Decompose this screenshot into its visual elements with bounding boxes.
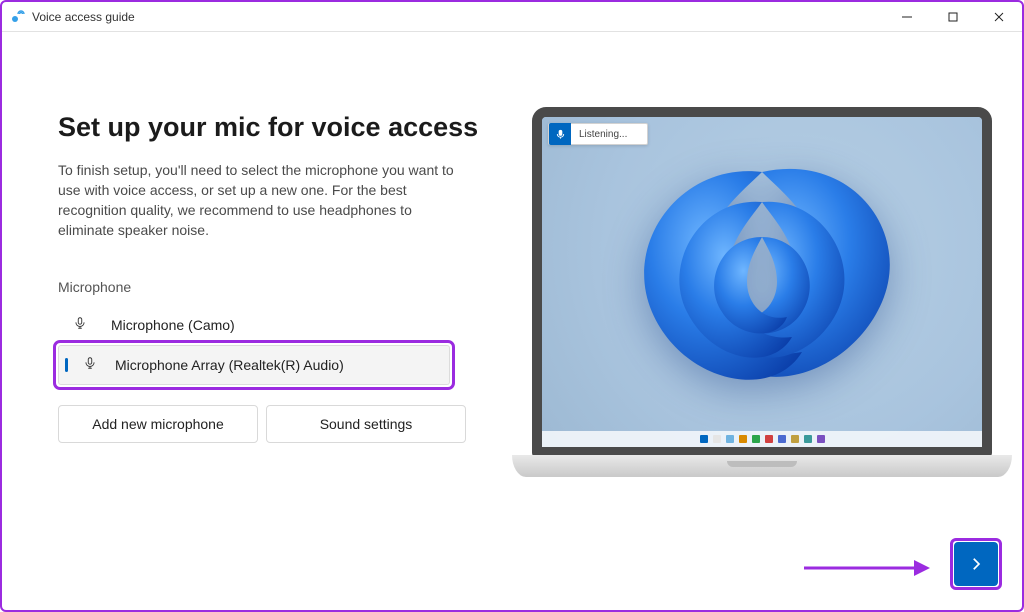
taskbar-icon [726, 435, 734, 443]
microphone-section-label: Microphone [58, 279, 502, 295]
maximize-button[interactable] [930, 2, 976, 32]
microphone-option-label: Microphone Array (Realtek(R) Audio) [115, 357, 344, 373]
titlebar: Voice access guide [2, 2, 1022, 32]
voice-access-bar: Listening... [548, 123, 648, 145]
microphone-icon [83, 356, 97, 373]
taskbar-icon [700, 435, 708, 443]
microphone-badge-icon [549, 123, 571, 145]
minimize-icon [902, 12, 912, 22]
maximize-icon [948, 12, 958, 22]
laptop-mockup: Listening... [512, 107, 1012, 497]
window-frame: Voice access guide Set up your mic for v… [0, 0, 1024, 612]
taskbar-icon [739, 435, 747, 443]
page-description: To finish setup, you'll need to select t… [58, 161, 468, 241]
listening-label: Listening... [571, 129, 647, 140]
window-title: Voice access guide [32, 10, 135, 24]
taskbar-icon [713, 435, 721, 443]
bloom-graphic [612, 142, 912, 422]
preview-panel: Listening... [502, 52, 1022, 610]
app-icon [10, 9, 26, 25]
window-controls [884, 2, 1022, 32]
taskbar-icon [791, 435, 799, 443]
sound-settings-button[interactable]: Sound settings [266, 405, 466, 443]
close-icon [994, 12, 1004, 22]
taskbar-icon [804, 435, 812, 443]
minimize-button[interactable] [884, 2, 930, 32]
microphone-option[interactable]: Microphone (Camo) [58, 305, 502, 345]
microphone-icon [73, 316, 87, 333]
microphone-option-label: Microphone (Camo) [111, 317, 235, 333]
chevron-right-icon [967, 555, 985, 573]
page-title: Set up your mic for voice access [58, 112, 502, 143]
taskbar-icon [752, 435, 760, 443]
next-button[interactable] [954, 542, 998, 586]
taskbar-icon [778, 435, 786, 443]
microphone-option[interactable]: Microphone Array (Realtek(R) Audio) [58, 345, 450, 385]
close-button[interactable] [976, 2, 1022, 32]
annotation-highlight-selected-mic: Microphone Array (Realtek(R) Audio) [58, 345, 450, 385]
taskbar-icon [765, 435, 773, 443]
setup-panel: Set up your mic for voice access To fini… [2, 52, 502, 610]
taskbar-icon [817, 435, 825, 443]
desktop-wallpaper: Listening... [542, 117, 982, 447]
add-microphone-button[interactable]: Add new microphone [58, 405, 258, 443]
microphone-list: Microphone (Camo) Microphone Array (Real… [58, 305, 502, 385]
taskbar [542, 431, 982, 447]
